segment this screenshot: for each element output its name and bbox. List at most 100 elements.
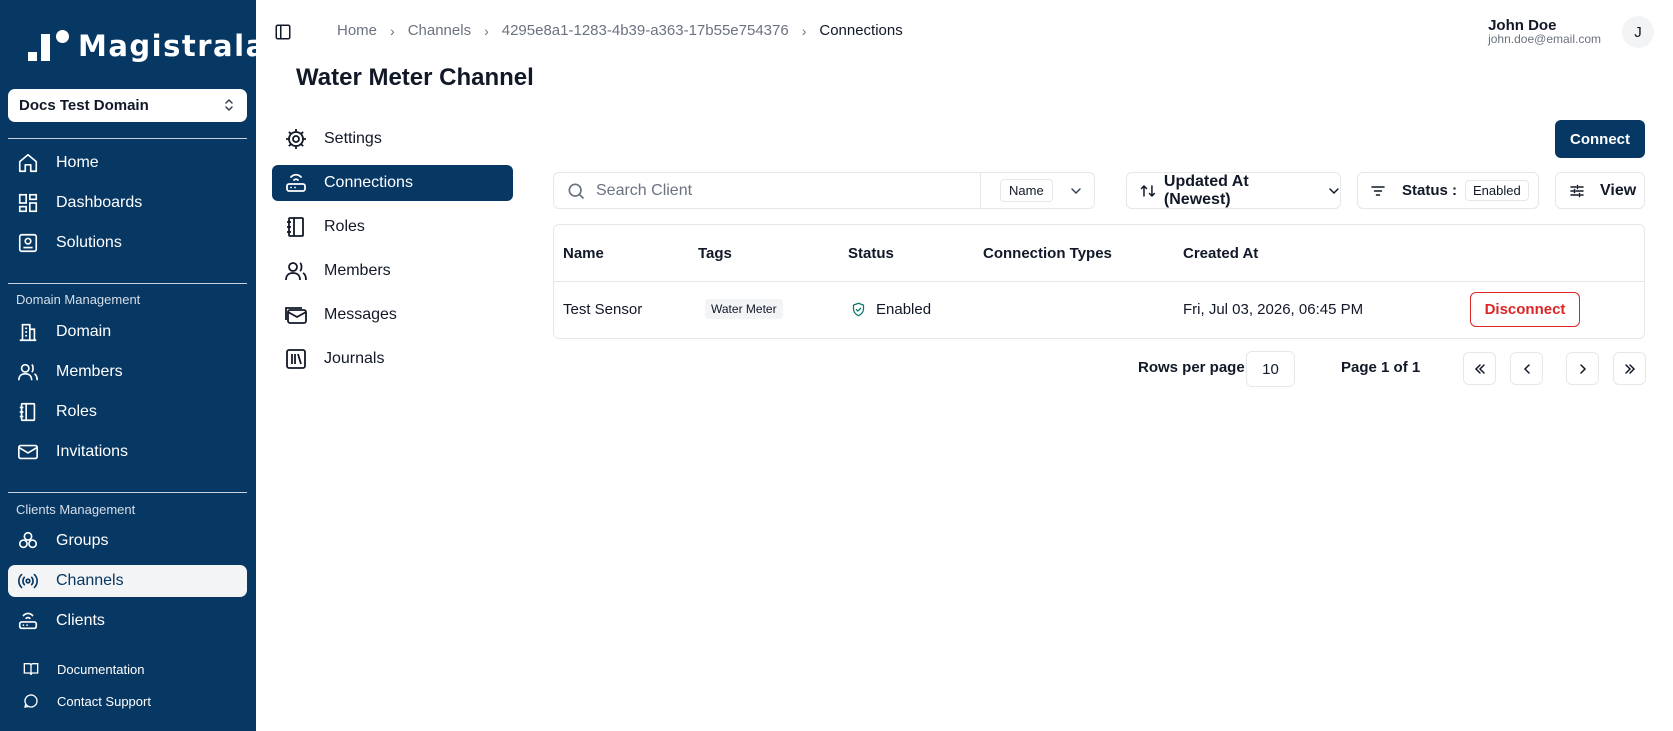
chevron-right-icon: › xyxy=(801,22,807,39)
gear-icon xyxy=(284,127,308,151)
rows-per-page-select[interactable]: 10 xyxy=(1246,351,1295,387)
chevron-right-icon: › xyxy=(390,22,395,39)
sidebar-item-label: Roles xyxy=(56,403,97,420)
search-field-select[interactable]: Name xyxy=(980,173,1094,208)
subnav-item-journals[interactable]: Journals xyxy=(272,341,513,377)
subnav-label: Roles xyxy=(324,218,365,235)
users-icon xyxy=(17,361,39,383)
mail-icon xyxy=(17,441,39,463)
subnav-item-roles[interactable]: Roles xyxy=(272,209,513,245)
subnav-label: Journals xyxy=(324,350,385,367)
sidebar-item-groups[interactable]: Groups xyxy=(8,525,247,557)
connect-button[interactable]: Connect xyxy=(1555,120,1645,158)
first-page-button[interactable] xyxy=(1463,352,1496,385)
chevron-down-icon xyxy=(1329,187,1339,194)
subnav-item-connections[interactable]: Connections xyxy=(272,165,513,201)
sidebar-item-label: Clients xyxy=(56,612,105,629)
subnav-item-messages[interactable]: Messages xyxy=(272,297,513,333)
app-logo[interactable]: Magistrala xyxy=(26,28,267,64)
sidebar-divider xyxy=(8,283,247,284)
column-header-name[interactable]: Name xyxy=(563,245,604,262)
avatar[interactable]: J xyxy=(1622,16,1654,48)
sidebar-item-label: Members xyxy=(56,363,123,380)
user-info[interactable]: John Doe john.doe@email.com xyxy=(1488,17,1601,46)
mail-icon xyxy=(284,303,308,327)
subnav-item-members[interactable]: Members xyxy=(272,253,513,289)
search-input[interactable] xyxy=(596,181,976,200)
book-icon xyxy=(23,661,39,677)
table-header: Name Tags Status Connection Types Create… xyxy=(554,225,1644,282)
breadcrumb-current: Connections xyxy=(819,22,903,39)
sidebar-item-documentation[interactable]: Documentation xyxy=(8,656,247,682)
building-icon xyxy=(17,321,39,343)
sidebar-item-contact-support[interactable]: Contact Support xyxy=(8,688,247,714)
column-header-connection-types[interactable]: Connection Types xyxy=(983,245,1112,262)
sort-button[interactable]: Updated At (Newest) xyxy=(1126,172,1341,209)
shield-check-icon xyxy=(852,302,865,317)
chevron-left-icon xyxy=(1523,363,1530,374)
column-header-tags[interactable]: Tags xyxy=(698,245,732,262)
router-icon xyxy=(284,171,308,195)
sidebar-item-members[interactable]: Members xyxy=(8,356,247,388)
sidebar: Magistrala Docs Test Domain Home Dashboa… xyxy=(0,0,265,731)
group-label-domain: Domain Management xyxy=(16,292,141,307)
sidebar-item-dashboards[interactable]: Dashboards xyxy=(8,187,247,219)
sidebar-item-solutions[interactable]: Solutions xyxy=(8,227,247,259)
sidebar-item-domain[interactable]: Domain xyxy=(8,316,247,348)
rows-per-page-label: Rows per page xyxy=(1138,359,1245,376)
search-icon xyxy=(568,183,585,199)
breadcrumb-channel-id[interactable]: 4295e8a1-1283-4b39-a363-17b55e754376 xyxy=(502,22,789,39)
sort-label: Updated At (Newest) xyxy=(1163,172,1249,208)
sidebar-item-label: Groups xyxy=(56,532,109,549)
user-email: john.doe@email.com xyxy=(1488,32,1601,46)
column-header-status[interactable]: Status xyxy=(848,245,894,262)
users-icon xyxy=(284,259,308,283)
sliders-icon xyxy=(1570,184,1584,197)
status-text: Enabled xyxy=(876,301,932,318)
sidebar-item-clients[interactable]: Clients xyxy=(8,605,247,637)
sidebar-toggle-icon[interactable] xyxy=(274,23,292,41)
domain-select-value: Docs Test Domain xyxy=(19,97,149,114)
connections-table: Name Tags Status Connection Types Create… xyxy=(553,224,1645,339)
sidebar-divider xyxy=(8,138,247,139)
chevron-right-icon xyxy=(1579,363,1586,374)
library-icon xyxy=(284,347,308,371)
breadcrumb-home[interactable]: Home xyxy=(337,22,377,39)
sidebar-item-label: Home xyxy=(56,154,99,171)
status-filter-label: Status : xyxy=(1402,182,1458,199)
domain-select[interactable]: Docs Test Domain xyxy=(8,89,247,122)
subnav-label: Members xyxy=(324,262,391,279)
sidebar-item-label: Solutions xyxy=(56,234,122,251)
radio-icon xyxy=(17,570,39,592)
groups-icon xyxy=(17,530,39,552)
page-indicator: Page 1 of 1 xyxy=(1341,359,1421,376)
search-field-value: Name xyxy=(1000,179,1053,202)
breadcrumb-channels[interactable]: Channels xyxy=(408,22,471,39)
sidebar-item-label: Dashboards xyxy=(56,194,143,211)
previous-page-button[interactable] xyxy=(1510,352,1543,385)
group-label-clients: Clients Management xyxy=(16,502,136,517)
sidebar-item-home[interactable]: Home xyxy=(8,147,247,179)
subnav-label: Settings xyxy=(324,130,382,147)
column-header-created-at[interactable]: Created At xyxy=(1183,245,1258,262)
chevron-down-icon xyxy=(1071,188,1081,195)
subnav-label: Connections xyxy=(324,174,413,191)
view-options-button[interactable]: View xyxy=(1555,172,1645,209)
sidebar-item-label: Channels xyxy=(56,572,124,589)
last-page-button[interactable] xyxy=(1613,352,1646,385)
filter-icon xyxy=(1371,185,1385,196)
cell-status: Enabled xyxy=(851,301,931,318)
sidebar-item-invitations[interactable]: Invitations xyxy=(8,436,247,468)
next-page-button[interactable] xyxy=(1566,352,1599,385)
sidebar-item-channels[interactable]: Channels xyxy=(8,565,247,597)
table-row[interactable]: Test Sensor Water Meter Enabled Fri, Jul… xyxy=(554,282,1644,339)
sidebar-item-label: Documentation xyxy=(57,661,145,677)
disconnect-button[interactable]: Disconnect xyxy=(1470,292,1580,327)
solutions-icon xyxy=(17,232,39,254)
sidebar-item-roles[interactable]: Roles xyxy=(8,396,247,428)
status-filter-button[interactable]: Status : Enabled xyxy=(1357,172,1539,209)
logo-icon xyxy=(26,28,72,64)
page-title: Water Meter Channel xyxy=(296,64,534,91)
sidebar-item-label: Domain xyxy=(56,323,112,340)
subnav-item-settings[interactable]: Settings xyxy=(272,121,513,157)
